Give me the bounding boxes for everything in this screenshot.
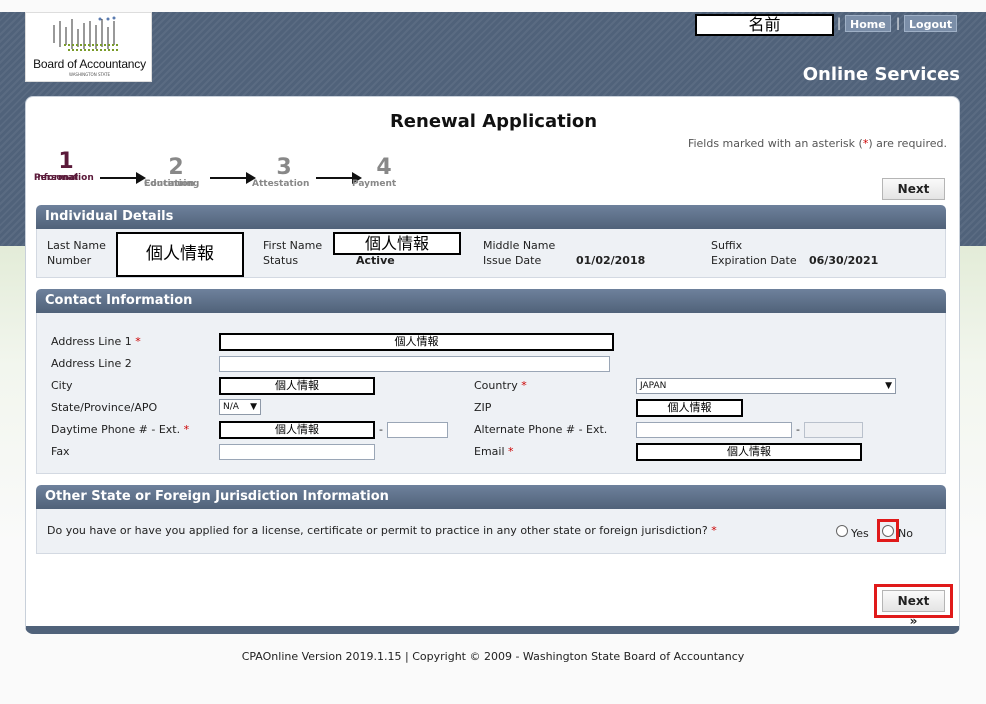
jurisdiction-section: Do you have or have you applied for a li… <box>36 509 946 554</box>
online-services-title: Online Services <box>802 64 960 85</box>
number-label: Number <box>47 254 92 267</box>
alternate-phone-input[interactable] <box>636 422 792 438</box>
state-select[interactable]: N/A ▼ <box>219 399 261 415</box>
step-personal-information: 1 Personal Information <box>34 149 94 184</box>
city-label: City <box>51 379 73 392</box>
email-label: Email * <box>474 445 514 458</box>
middle-name-label: Middle Name <box>483 239 556 252</box>
address-line-2-label: Address Line 2 <box>51 357 132 370</box>
country-select[interactable]: JAPAN ▼ <box>636 378 896 394</box>
expiration-date-value: 06/30/2021 <box>809 254 879 267</box>
fax-input[interactable] <box>219 444 375 460</box>
contact-information-heading: Contact Information <box>36 289 946 313</box>
required-note: Fields marked with an asterisk (*) are r… <box>687 137 947 150</box>
step-arrow-icon <box>210 172 256 184</box>
redacted-first-name: 個人情報 <box>333 232 461 255</box>
status-value: Active <box>356 254 395 267</box>
jurisdiction-heading: Other State or Foreign Jurisdiction Info… <box>36 485 946 509</box>
contact-information-section: Address Line 1 * 個人情報 Address Line 2 Cit… <box>36 313 946 474</box>
next-button-top[interactable]: Next » <box>882 178 945 216</box>
username-display: 名前 <box>695 14 834 36</box>
yes-radio[interactable] <box>836 525 848 537</box>
home-link[interactable]: Home <box>845 15 891 32</box>
issue-date-value: 01/02/2018 <box>576 254 646 267</box>
step-attestation: 3 Attestation <box>252 155 310 190</box>
chevron-down-icon: ▼ <box>250 402 257 412</box>
no-label: No <box>898 527 913 540</box>
suffix-label: Suffix <box>711 239 743 252</box>
board-logo[interactable]: Board of Accountancy WASHINGTON STATE <box>25 12 152 82</box>
state-label: State/Province/APO <box>51 401 158 414</box>
step-payment: 4 Payment <box>352 155 397 190</box>
alternate-phone-label: Alternate Phone # - Ext. <box>474 423 608 436</box>
step-continuing-education: 2 Continuing Education <box>144 155 200 190</box>
issue-date-label: Issue Date <box>483 254 542 267</box>
jurisdiction-question: Do you have or have you applied for a li… <box>47 524 717 537</box>
chevron-down-icon: ▼ <box>885 381 892 391</box>
daytime-phone-input[interactable]: 個人情報 <box>219 421 375 439</box>
email-input[interactable]: 個人情報 <box>636 443 862 461</box>
address-line-2-input[interactable] <box>219 356 610 372</box>
step-arrow-icon <box>100 172 146 184</box>
individual-details-section: Last Name Number 個人情報 First Name Status … <box>36 229 946 278</box>
daytime-phone-ext-input[interactable] <box>387 422 448 438</box>
last-name-label: Last Name <box>47 239 106 252</box>
logo-mark-icon <box>53 16 118 51</box>
logo-subtext: WASHINGTON STATE <box>68 72 111 77</box>
address-line-1-input[interactable]: 個人情報 <box>219 333 614 351</box>
zip-label: ZIP <box>474 401 492 414</box>
zip-input[interactable]: 個人情報 <box>636 399 743 417</box>
alternate-phone-ext-input[interactable] <box>804 422 863 438</box>
daytime-phone-label: Daytime Phone # - Ext. * <box>51 423 190 436</box>
phone-dash: - <box>379 423 383 436</box>
status-label: Status <box>263 254 299 267</box>
redacted-last-name: 個人情報 <box>116 232 244 277</box>
first-name-label: First Name <box>263 239 323 252</box>
expiration-date-label: Expiration Date <box>711 254 797 267</box>
yes-label: Yes <box>851 527 869 540</box>
page-title: Renewal Application <box>389 111 598 132</box>
logout-link[interactable]: Logout <box>904 15 958 32</box>
fax-label: Fax <box>51 445 70 458</box>
address-line-1-label: Address Line 1 * <box>51 335 141 348</box>
city-input[interactable]: 個人情報 <box>219 377 375 395</box>
separator: | <box>896 16 901 30</box>
alt-phone-dash: - <box>796 423 800 436</box>
logo-text: Board of Accountancy <box>33 57 146 71</box>
country-label: Country * <box>474 379 527 392</box>
next-button-highlight <box>874 584 953 618</box>
individual-details-heading: Individual Details <box>36 205 946 229</box>
footer-text: CPAOnline Version 2019.1.15 | Copyright … <box>241 650 745 663</box>
no-radio-highlight <box>877 519 899 542</box>
separator: | <box>837 16 842 30</box>
main-panel: Renewal Application Fields marked with a… <box>25 96 960 634</box>
